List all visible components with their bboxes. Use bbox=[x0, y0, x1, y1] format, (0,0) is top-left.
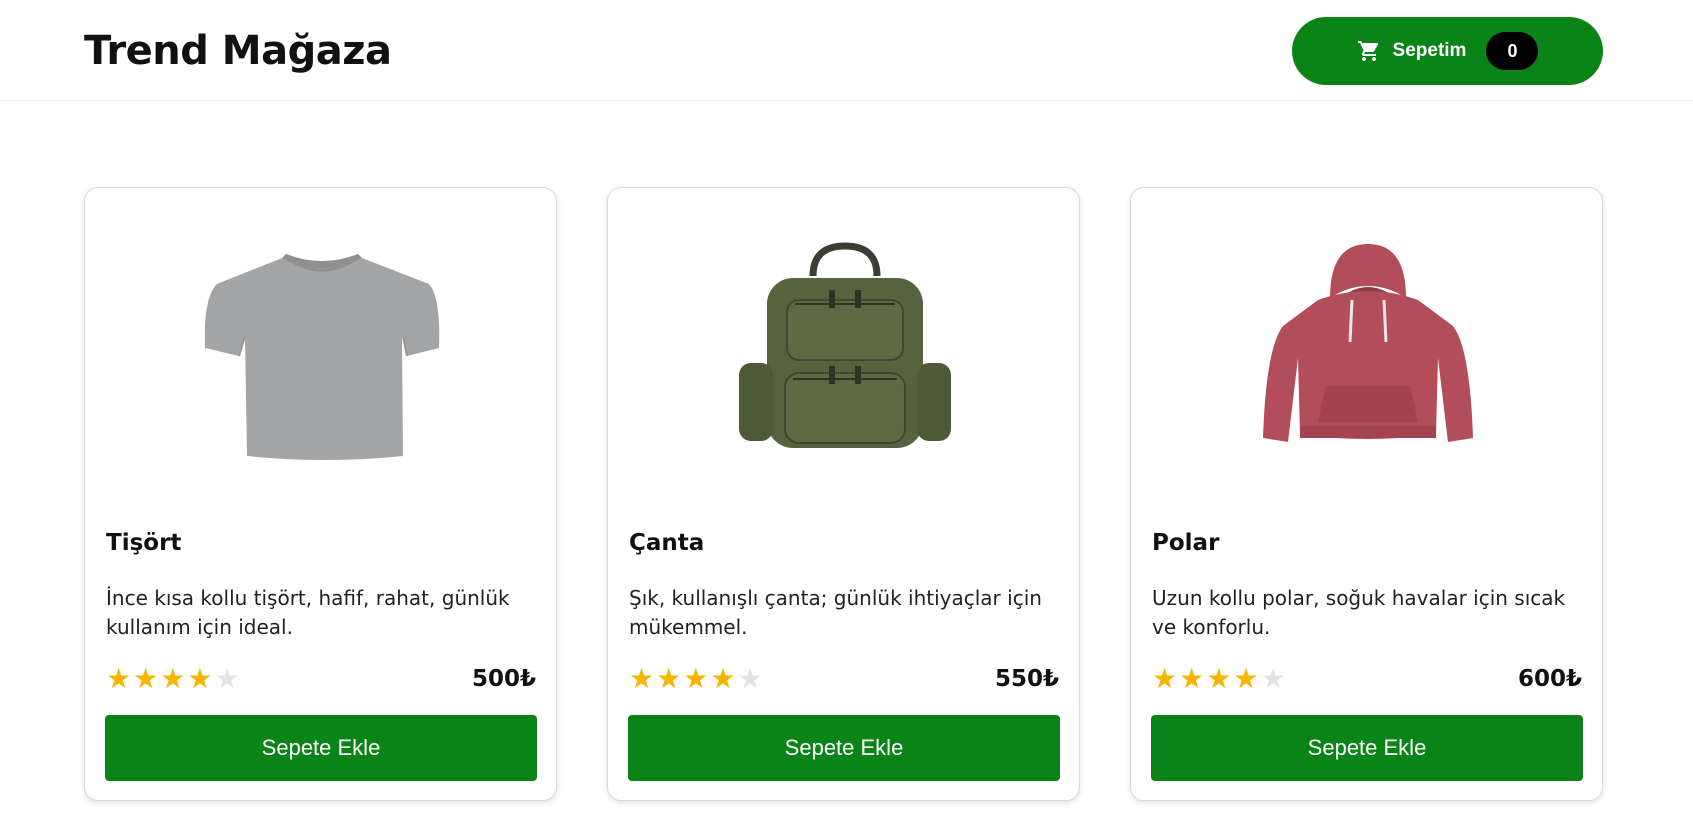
cart-label: Sepetim bbox=[1392, 40, 1467, 61]
add-to-cart-button[interactable]: Sepete Ekle bbox=[628, 715, 1060, 781]
product-title: Tişört bbox=[106, 530, 182, 556]
product-rating: ★ ★ ★ ★ ★ bbox=[1152, 664, 1286, 694]
product-card: Tişört İnce kısa kollu tişört, hafif, ra… bbox=[84, 187, 557, 801]
product-title: Çanta bbox=[629, 530, 705, 556]
add-to-cart-button[interactable]: Sepete Ekle bbox=[1151, 715, 1583, 781]
product-card: Çanta Şık, kullanışlı çanta; günlük ihti… bbox=[607, 187, 1080, 801]
backpack-image bbox=[738, 242, 951, 448]
star-icon: ★ bbox=[1179, 662, 1205, 695]
product-title: Polar bbox=[1152, 530, 1220, 556]
product-description: Uzun kollu polar, soğuk havalar için sıc… bbox=[1152, 586, 1566, 639]
product-price: 500₺ bbox=[471, 666, 536, 692]
star-empty-icon: ★ bbox=[214, 662, 240, 695]
product-price: 550₺ bbox=[994, 666, 1059, 692]
store-title: Trend Mağaza bbox=[84, 28, 392, 74]
star-empty-icon: ★ bbox=[1260, 662, 1286, 695]
star-icon: ★ bbox=[133, 662, 159, 695]
star-icon: ★ bbox=[1152, 662, 1178, 695]
star-icon: ★ bbox=[187, 662, 213, 695]
product-description: İnce kısa kollu tişört, hafif, rahat, gü… bbox=[106, 586, 510, 639]
star-icon: ★ bbox=[106, 662, 132, 695]
tshirt-image bbox=[204, 254, 439, 460]
product-description: Şık, kullanışlı çanta; günlük ihtiyaçlar… bbox=[629, 586, 1042, 639]
star-icon: ★ bbox=[710, 662, 736, 695]
product-image bbox=[1131, 218, 1604, 488]
star-icon: ★ bbox=[1233, 662, 1259, 695]
site-header: Trend Mağaza Sepetim 0 bbox=[0, 0, 1693, 101]
product-image bbox=[608, 218, 1081, 488]
add-to-cart-button[interactable]: Sepete Ekle bbox=[105, 715, 537, 781]
cart-icon bbox=[1357, 39, 1381, 63]
star-icon: ★ bbox=[683, 662, 709, 695]
star-icon: ★ bbox=[160, 662, 186, 695]
cart-count-badge: 0 bbox=[1486, 32, 1539, 70]
star-empty-icon: ★ bbox=[737, 662, 763, 695]
star-icon: ★ bbox=[629, 662, 655, 695]
star-icon: ★ bbox=[656, 662, 682, 695]
product-image bbox=[85, 218, 558, 488]
star-icon: ★ bbox=[1206, 662, 1232, 695]
product-rating: ★ ★ ★ ★ ★ bbox=[629, 664, 763, 694]
product-rating: ★ ★ ★ ★ ★ bbox=[106, 664, 240, 694]
hoodie-image bbox=[1262, 244, 1473, 442]
product-card: Polar Uzun kollu polar, soğuk havalar iç… bbox=[1130, 187, 1603, 801]
cart-button[interactable]: Sepetim 0 bbox=[1292, 17, 1603, 85]
product-price: 600₺ bbox=[1517, 666, 1582, 692]
